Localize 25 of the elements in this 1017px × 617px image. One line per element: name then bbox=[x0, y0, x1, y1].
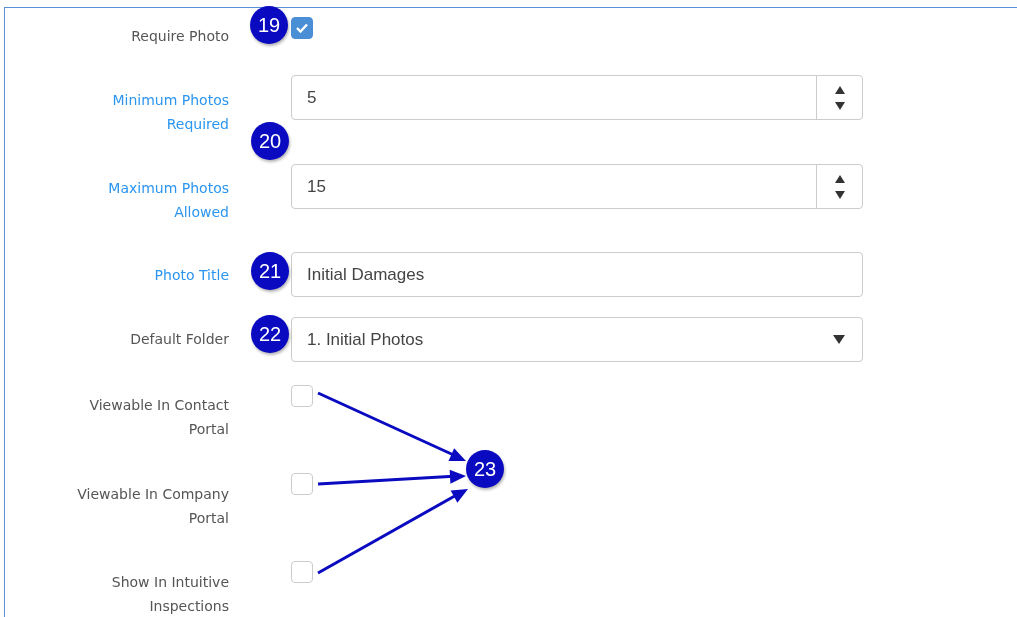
caret-icon bbox=[833, 335, 845, 344]
checkbox[interactable] bbox=[291, 17, 313, 39]
checkbox[interactable] bbox=[291, 385, 313, 407]
number-badge: 23 bbox=[466, 450, 504, 488]
spinner-icon[interactable] bbox=[833, 173, 846, 200]
spinner-icon[interactable] bbox=[833, 84, 846, 111]
field-label: Viewable In Contact Portal bbox=[88, 396, 229, 439]
field-label: Maximum Photos Allowed bbox=[107, 179, 229, 222]
field-label: Default Folder bbox=[129, 330, 229, 349]
checkbox[interactable] bbox=[291, 473, 313, 495]
text-field[interactable]: Initial Damages bbox=[291, 252, 863, 297]
check-icon bbox=[295, 22, 309, 34]
field-label: Viewable In Company Portal bbox=[76, 485, 229, 528]
checkbox[interactable] bbox=[291, 561, 313, 583]
number-field[interactable]: 15 bbox=[291, 164, 863, 209]
number-badge: 22 bbox=[251, 315, 289, 353]
field-label: Show In Intuitive Inspections bbox=[110, 573, 229, 616]
number-badge: 20 bbox=[251, 122, 289, 160]
field-label: Require Photo bbox=[130, 27, 229, 46]
number-badge: 19 bbox=[250, 6, 288, 44]
field-label: Minimum Photos Required bbox=[111, 91, 229, 134]
dropdown[interactable]: 1. Initial Photos bbox=[291, 317, 863, 362]
number-badge: 21 bbox=[251, 252, 289, 290]
field-label: Photo Title bbox=[153, 266, 229, 285]
number-field[interactable]: 5 bbox=[291, 75, 863, 120]
